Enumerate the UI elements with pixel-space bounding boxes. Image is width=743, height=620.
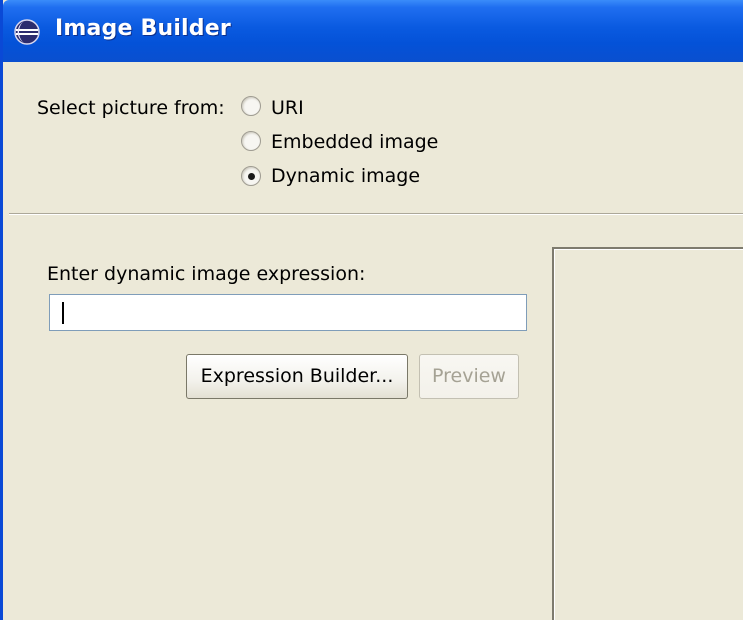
- eclipse-icon: [14, 19, 40, 45]
- image-preview-pane: [552, 247, 743, 620]
- radio-dynamic-image[interactable]: [241, 166, 261, 186]
- image-builder-window: Image Builder Select picture from: URI E…: [0, 0, 743, 620]
- preview-button[interactable]: Preview: [419, 354, 519, 399]
- expression-label: Enter dynamic image expression:: [47, 263, 366, 285]
- expression-input[interactable]: [49, 294, 527, 331]
- window-title: Image Builder: [55, 16, 231, 41]
- radio-uri[interactable]: [241, 96, 261, 116]
- separator: [9, 213, 743, 215]
- radio-selected-dot: [248, 173, 255, 180]
- text-caret: [62, 302, 64, 324]
- expression-builder-button[interactable]: Expression Builder...: [186, 354, 408, 399]
- radio-uri-label[interactable]: URI: [271, 97, 304, 119]
- radio-embedded-image-label[interactable]: Embedded image: [271, 131, 438, 153]
- radio-dynamic-image-label[interactable]: Dynamic image: [271, 165, 420, 187]
- radio-embedded-image[interactable]: [241, 131, 261, 151]
- source-label: Select picture from:: [37, 97, 225, 119]
- title-bar[interactable]: Image Builder: [3, 0, 743, 62]
